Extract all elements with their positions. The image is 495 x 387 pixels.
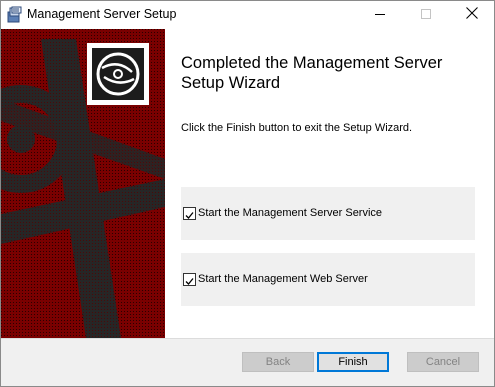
checkbox-start-web-server[interactable] [183, 273, 196, 286]
close-icon [466, 6, 478, 24]
minimize-icon [375, 6, 385, 24]
close-button[interactable] [449, 1, 494, 29]
minimize-button[interactable] [357, 1, 403, 29]
option-panel-web-server: Start the Management Web Server [181, 253, 475, 306]
back-button[interactable]: Back [242, 352, 314, 372]
maximize-icon [421, 6, 431, 24]
setup-window: Management Server Setup Completed the Ma… [0, 0, 495, 387]
disc-icon [87, 43, 149, 105]
window-title: Management Server Setup [27, 7, 177, 21]
installer-icon [7, 6, 23, 23]
maximize-button[interactable] [403, 1, 449, 29]
option-label-service[interactable]: Start the Management Server Service [198, 207, 382, 219]
page-title: Completed the Management Server Setup Wi… [181, 54, 443, 92]
option-panel-service: Start the Management Server Service [181, 187, 475, 240]
check-icon [185, 212, 194, 219]
page-description: Click the Finish button to exit the Setu… [181, 122, 413, 134]
checkbox-start-service[interactable] [183, 207, 196, 220]
cancel-button[interactable]: Cancel [407, 352, 479, 372]
wizard-banner [1, 29, 165, 338]
option-label-web-server[interactable]: Start the Management Web Server [198, 273, 368, 285]
button-bar: Back Finish Cancel [1, 338, 494, 386]
check-icon [185, 278, 194, 285]
banner-graphic [1, 29, 165, 338]
title-bar[interactable]: Management Server Setup [1, 1, 494, 29]
finish-button[interactable]: Finish [317, 352, 389, 372]
